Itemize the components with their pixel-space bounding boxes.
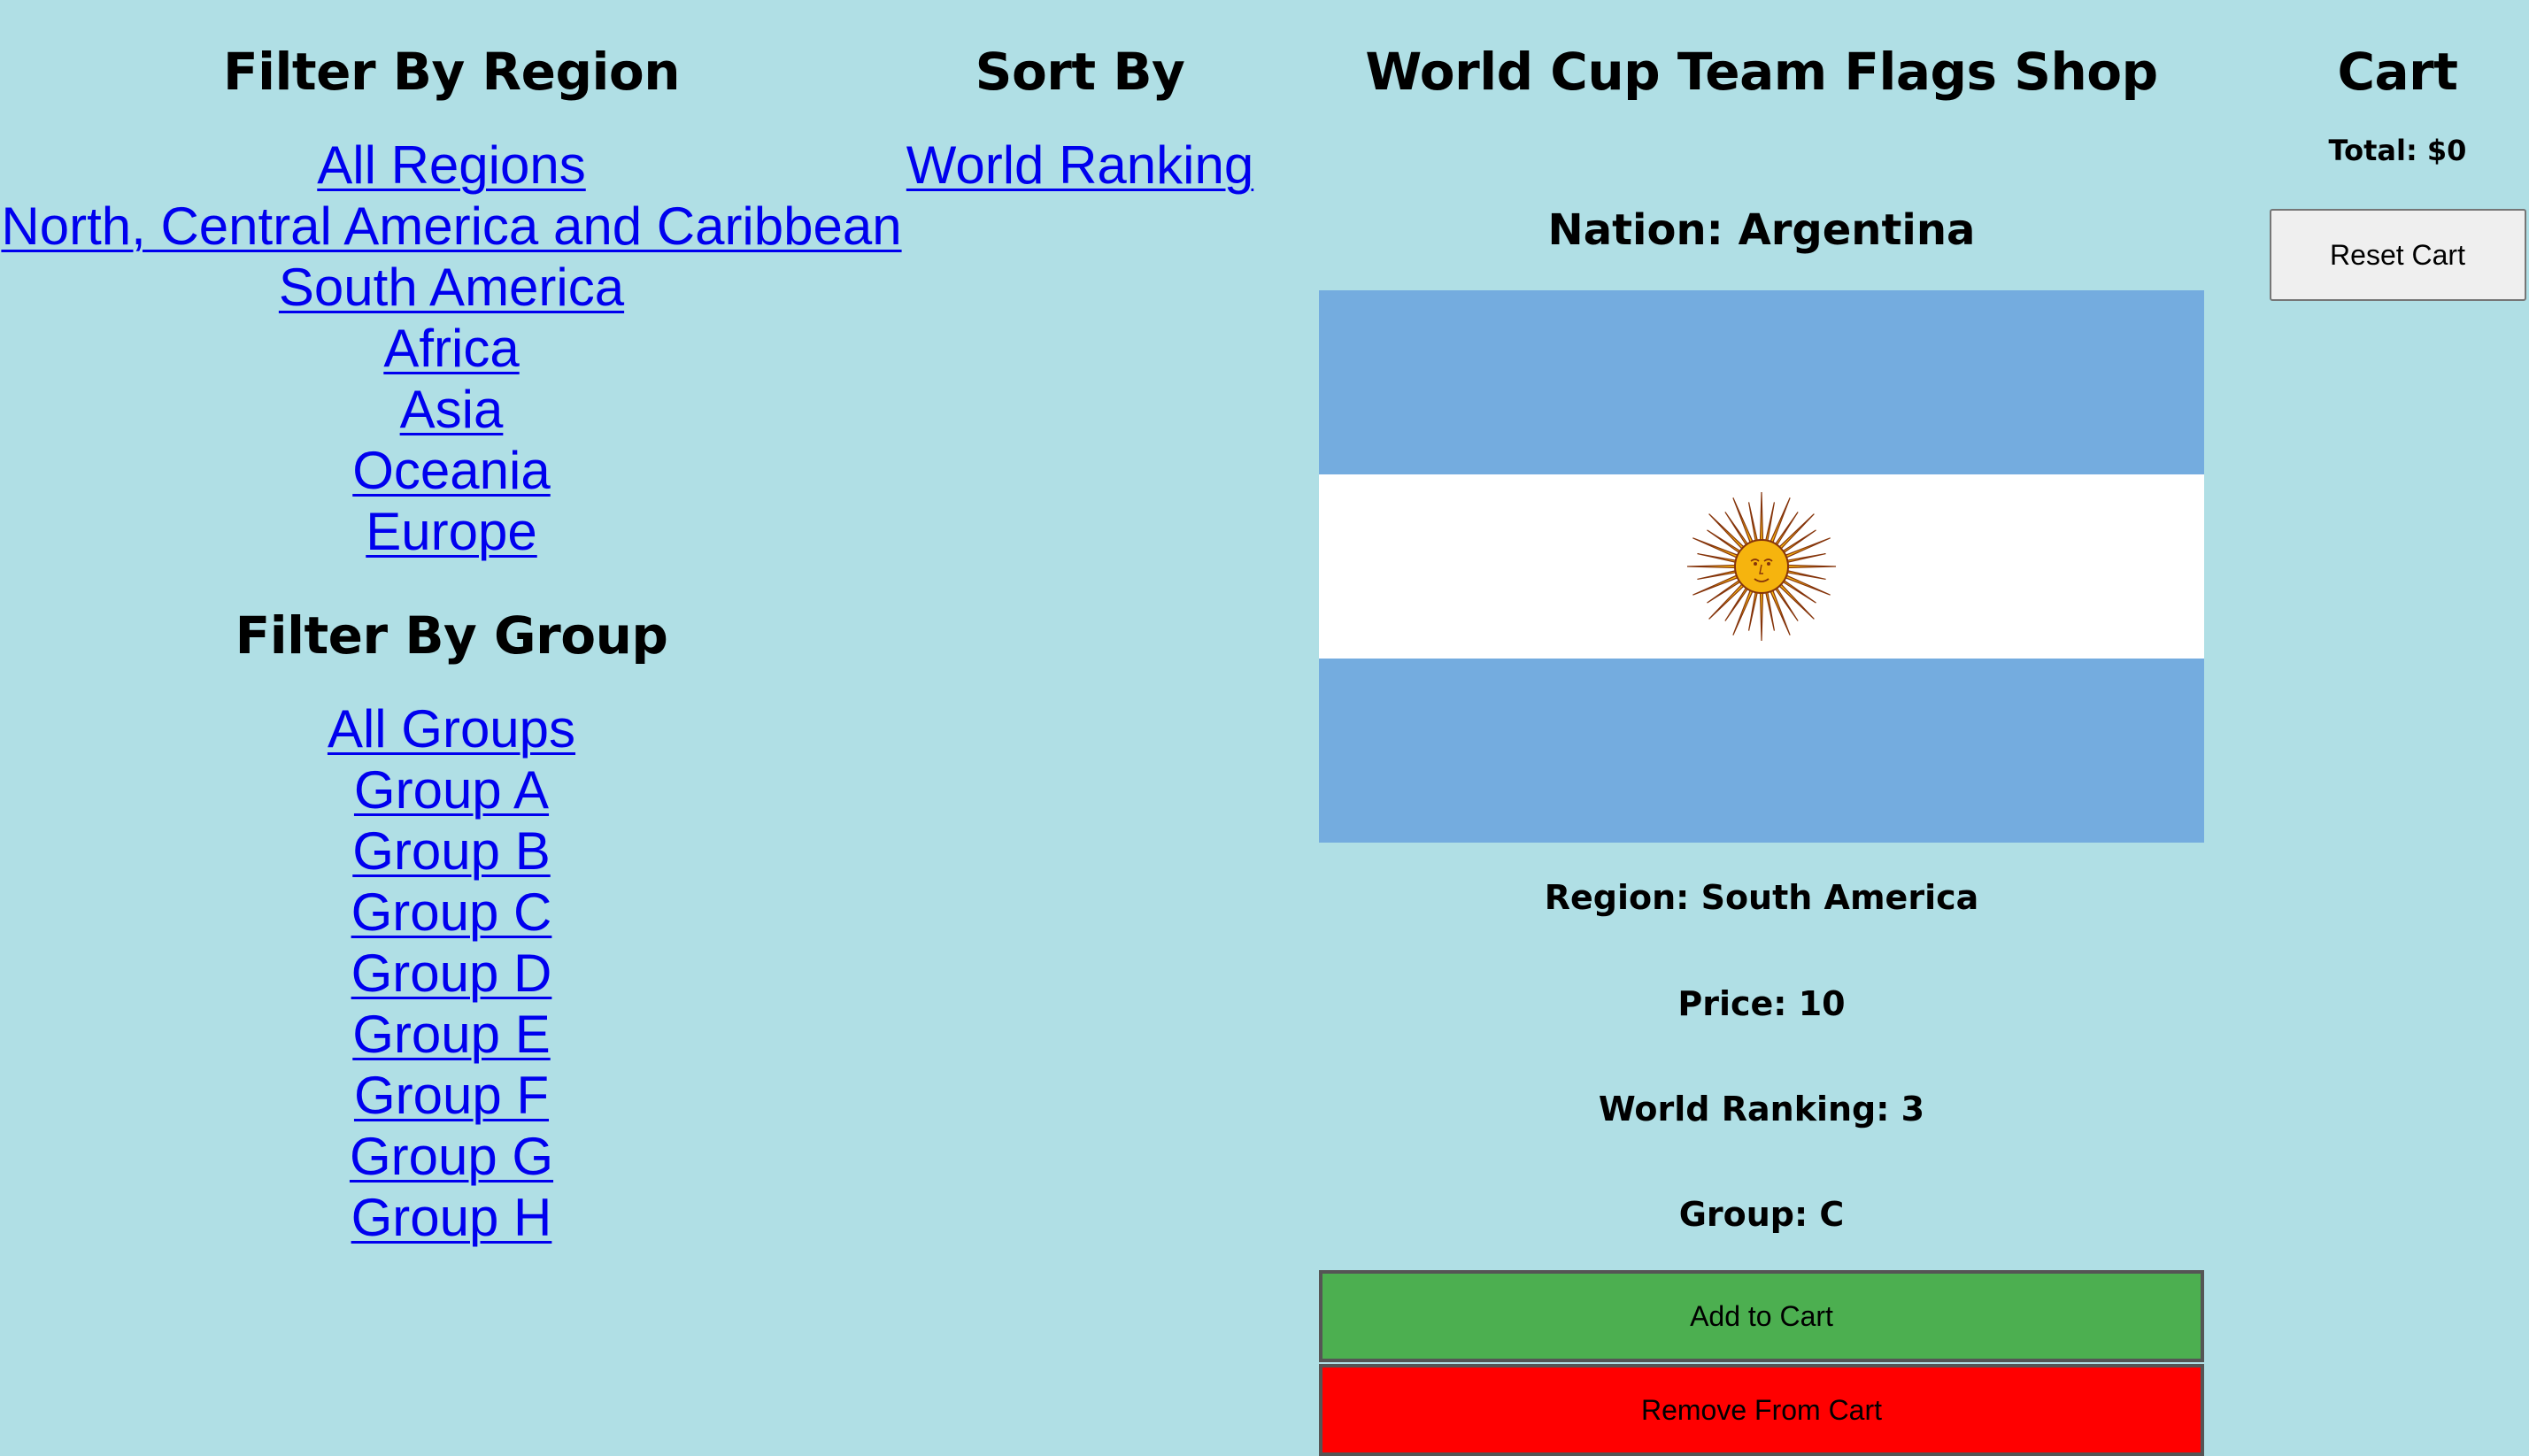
cart-total: Total: $0 [2328, 134, 2467, 167]
region-link-oceania[interactable]: Oceania [0, 440, 903, 501]
group-link-f[interactable]: Group F [0, 1065, 903, 1126]
sun-ray [1785, 564, 1837, 569]
group-link-c[interactable]: Group C [0, 882, 903, 943]
sun-ray [1759, 491, 1764, 543]
group-link-h[interactable]: Group H [0, 1187, 903, 1248]
group-filter-list: All Groups Group A Group B Group C Group… [0, 698, 903, 1248]
group-link-b[interactable]: Group B [0, 820, 903, 882]
cart-heading: Cart [2337, 42, 2458, 102]
sort-list: World Ranking [903, 135, 1257, 196]
flag-bottom-band [1319, 659, 2204, 843]
sort-column: Sort By World Ranking [903, 0, 1257, 196]
product-card: Nation: Argentina Region: South America … [1319, 205, 2204, 1456]
filter-by-group-heading: Filter By Group [235, 605, 668, 666]
sun-ray [1759, 590, 1764, 642]
price-label: Price: 10 [1677, 984, 1846, 1023]
region-label: Region: South America [1544, 878, 1979, 917]
shop-title: World Cup Team Flags Shop [1365, 42, 2158, 102]
group-label: Group: C [1678, 1195, 1845, 1234]
remove-from-cart-button[interactable]: Remove From Cart [1319, 1364, 2204, 1456]
region-link-asia[interactable]: Asia [0, 379, 903, 440]
sort-link-world-ranking[interactable]: World Ranking [903, 135, 1257, 196]
sun-of-may-icon [1686, 491, 1837, 642]
shop-column: World Cup Team Flags Shop Nation: Argent… [1319, 0, 2204, 1456]
region-link-africa[interactable]: Africa [0, 318, 903, 379]
group-link-g[interactable]: Group G [0, 1126, 903, 1187]
region-link-europe[interactable]: Europe [0, 501, 903, 562]
group-link-e[interactable]: Group E [0, 1004, 903, 1065]
group-link-all[interactable]: All Groups [0, 698, 903, 759]
argentina-flag-icon [1319, 290, 2204, 843]
group-link-d[interactable]: Group D [0, 943, 903, 1004]
filter-by-region-heading: Filter By Region [223, 42, 680, 102]
nation-label: Nation: Argentina [1547, 205, 1976, 255]
region-filter-list: All Regions North, Central America and C… [0, 135, 903, 562]
world-ranking-label: World Ranking: 3 [1598, 1090, 1925, 1129]
sort-by-heading: Sort By [975, 42, 1185, 102]
filter-column: Filter By Region All Regions North, Cent… [0, 0, 903, 1248]
sun-ray [1686, 564, 1738, 569]
region-link-south-america[interactable]: South America [0, 257, 903, 318]
region-link-all[interactable]: All Regions [0, 135, 903, 196]
cart-column: Cart Total: $0 Reset Cart [2266, 0, 2529, 301]
add-to-cart-button[interactable]: Add to Cart [1319, 1270, 2204, 1362]
region-link-north-central-america[interactable]: North, Central America and Caribbean [0, 196, 903, 257]
group-link-a[interactable]: Group A [0, 759, 903, 820]
flag-top-band [1319, 290, 2204, 474]
reset-cart-button[interactable]: Reset Cart [2269, 209, 2526, 301]
flag-middle-band [1319, 474, 2204, 659]
